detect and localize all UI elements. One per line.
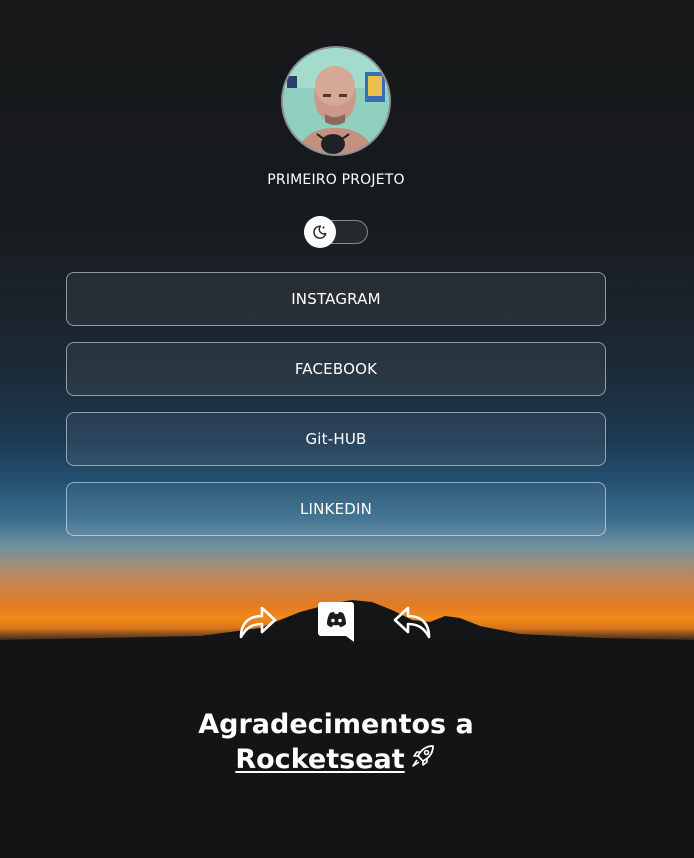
social-icons bbox=[0, 600, 672, 646]
share-forward-icon[interactable] bbox=[238, 604, 278, 640]
profile-title: PRIMEIRO PROJETO bbox=[267, 172, 405, 188]
discord-icon[interactable] bbox=[316, 600, 356, 644]
theme-toggle-switch[interactable] bbox=[304, 216, 368, 248]
thanks-footer: Agradecimentos a Rocketseat bbox=[0, 708, 672, 779]
avatar-photo bbox=[283, 48, 389, 154]
thanks-link-row: Rocketseat bbox=[0, 742, 672, 779]
links-list: INSTAGRAM FACEBOOK Git-HUB LINKEDIN bbox=[66, 272, 606, 552]
link-linkedin[interactable]: LINKEDIN bbox=[66, 482, 606, 536]
share-back-icon[interactable] bbox=[392, 604, 432, 640]
moon-icon bbox=[313, 225, 327, 239]
theme-toggle-knob[interactable] bbox=[304, 216, 336, 248]
rocketseat-link[interactable]: Rocketseat bbox=[235, 744, 404, 775]
thanks-line: Agradecimentos a bbox=[198, 709, 474, 740]
profile-avatar bbox=[281, 46, 391, 156]
link-instagram[interactable]: INSTAGRAM bbox=[66, 272, 606, 326]
link-facebook[interactable]: FACEBOOK bbox=[66, 342, 606, 396]
link-github[interactable]: Git-HUB bbox=[66, 412, 606, 466]
rocket-icon bbox=[409, 742, 437, 779]
page-container: PRIMEIRO PROJETO INSTAGRAM FACEBOOK Git-… bbox=[0, 0, 694, 858]
